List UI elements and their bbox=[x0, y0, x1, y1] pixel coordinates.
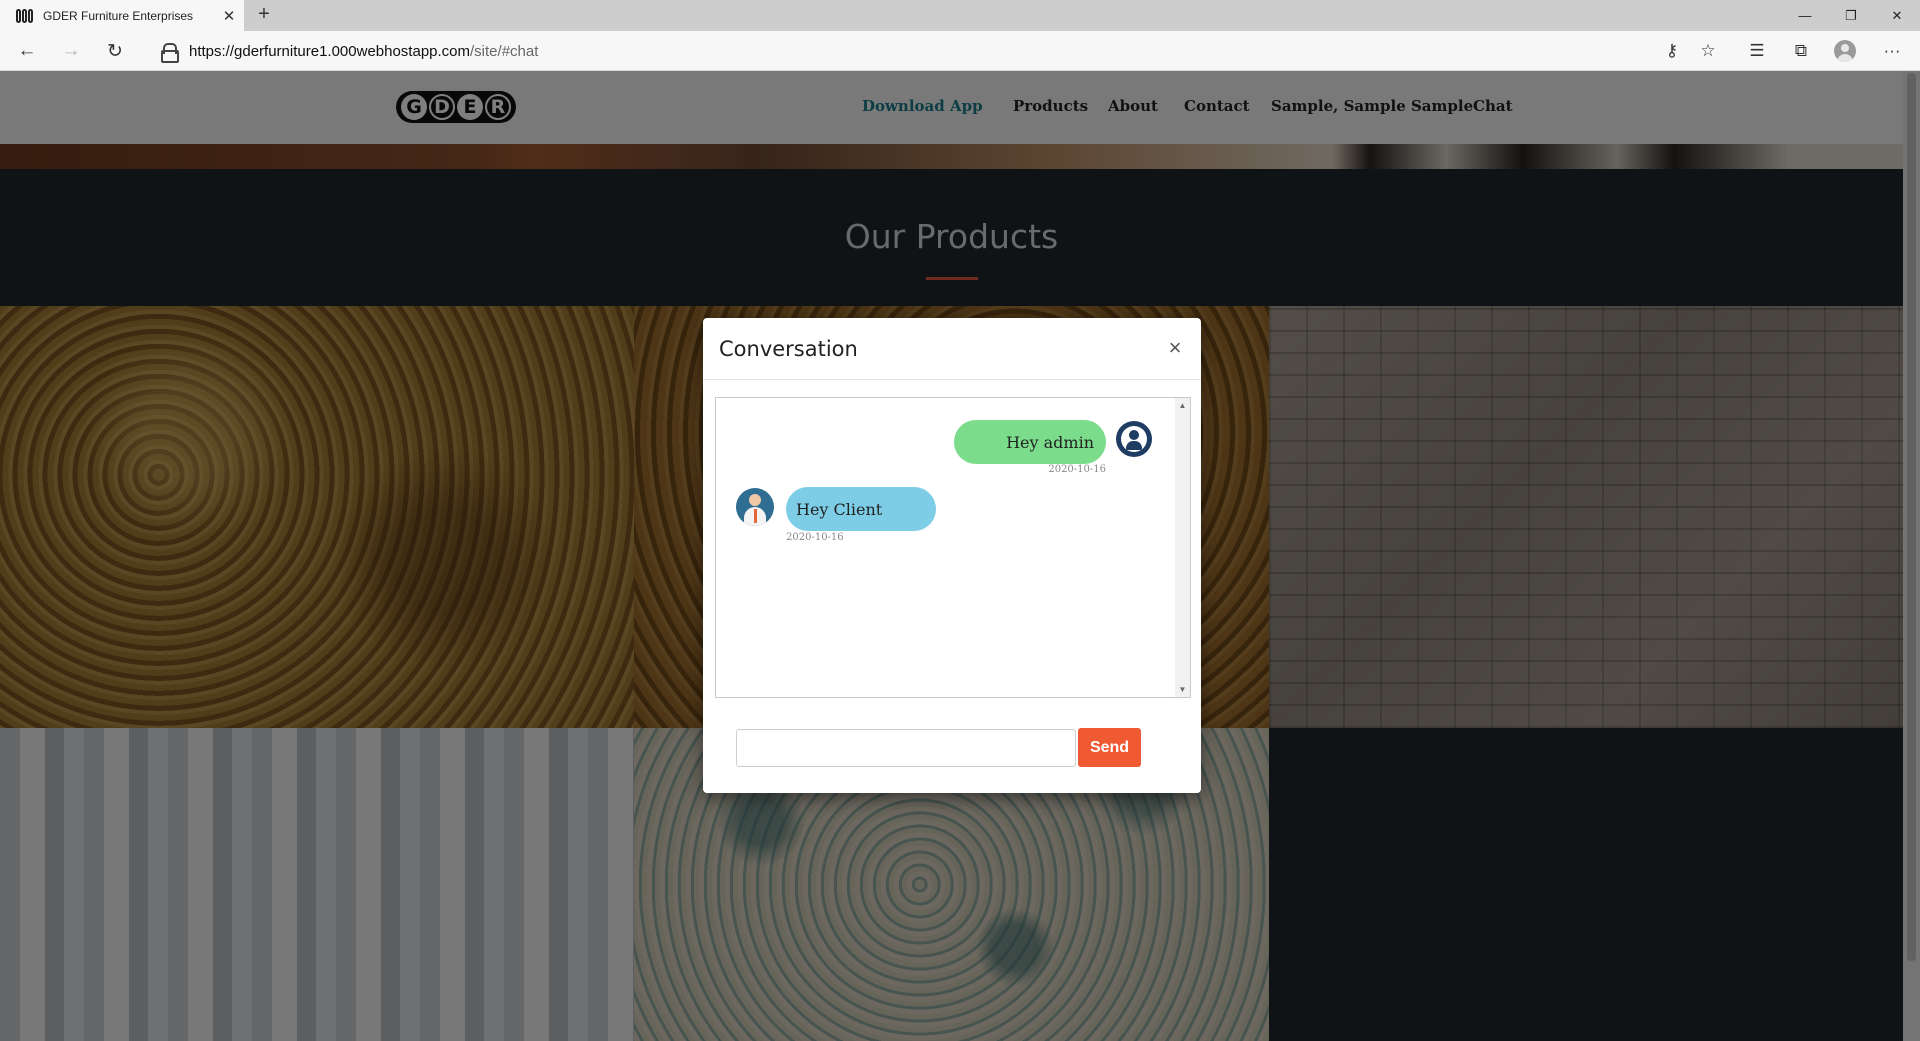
url-host: https://gderfurniture1.000webhostapp.com bbox=[189, 42, 471, 60]
collections-icon[interactable]: ⧉ bbox=[1789, 40, 1813, 62]
browser-tab[interactable]: GDER Furniture Enterprises ✕ bbox=[0, 0, 244, 31]
send-button[interactable]: Send bbox=[1078, 728, 1141, 767]
tab-close-icon[interactable]: ✕ bbox=[214, 7, 244, 25]
url-path: /site/#chat bbox=[470, 42, 539, 60]
modal-title: Conversation bbox=[719, 337, 858, 361]
admin-avatar-icon bbox=[1116, 421, 1152, 457]
scroll-down-arrow-icon[interactable]: ▼ bbox=[1175, 685, 1190, 694]
more-menu-icon[interactable]: ··· bbox=[1880, 40, 1904, 62]
browser-tab-bar: GDER Furniture Enterprises ✕ + — ❐ ✕ bbox=[0, 0, 1920, 31]
back-icon[interactable]: ← bbox=[14, 38, 40, 64]
passwords-key-icon[interactable]: ⚷ bbox=[1660, 40, 1684, 62]
profile-avatar-icon[interactable] bbox=[1833, 40, 1857, 62]
message-bubble-received: Hey Client bbox=[786, 487, 936, 531]
favorites-list-icon[interactable]: ☰ bbox=[1745, 40, 1769, 62]
conversation-modal: Conversation × Hey admin 2020-10-16 Hey … bbox=[703, 318, 1201, 793]
scroll-up-arrow-icon[interactable]: ▲ bbox=[1175, 401, 1190, 410]
restore-icon[interactable]: ❐ bbox=[1828, 0, 1874, 31]
reload-icon[interactable]: ↻ bbox=[102, 38, 128, 64]
chat-scrollbar-track[interactable] bbox=[1177, 414, 1188, 681]
minimize-icon[interactable]: — bbox=[1782, 0, 1828, 31]
message-timestamp: 2020-10-16 bbox=[1048, 464, 1106, 475]
window-close-icon[interactable]: ✕ bbox=[1874, 0, 1920, 31]
message-input[interactable] bbox=[736, 729, 1076, 767]
page-viewport: G D E R Download App Products About Cont… bbox=[0, 71, 1920, 1041]
site-favicon-icon bbox=[16, 8, 33, 23]
chat-scrollbar[interactable]: ▲ ▼ bbox=[1175, 398, 1190, 697]
message-timestamp: 2020-10-16 bbox=[786, 532, 844, 543]
forward-icon[interactable]: → bbox=[58, 38, 84, 64]
client-avatar-icon bbox=[736, 488, 774, 526]
lock-icon bbox=[161, 43, 179, 63]
message-bubble-sent: Hey admin bbox=[954, 420, 1106, 464]
browser-toolbar: ← → ↻ https://gderfurniture1.000webhosta… bbox=[0, 31, 1920, 71]
address-bar[interactable]: https://gderfurniture1.000webhostapp.com… bbox=[145, 35, 1735, 67]
favorite-star-icon[interactable]: ☆ bbox=[1696, 40, 1720, 62]
tab-title: GDER Furniture Enterprises bbox=[43, 8, 194, 23]
modal-header: Conversation × bbox=[703, 318, 1201, 380]
new-tab-button[interactable]: + bbox=[252, 3, 276, 26]
modal-close-icon[interactable]: × bbox=[1163, 335, 1187, 361]
chat-messages-box[interactable]: Hey admin 2020-10-16 Hey Client 2020-10-… bbox=[715, 397, 1191, 698]
